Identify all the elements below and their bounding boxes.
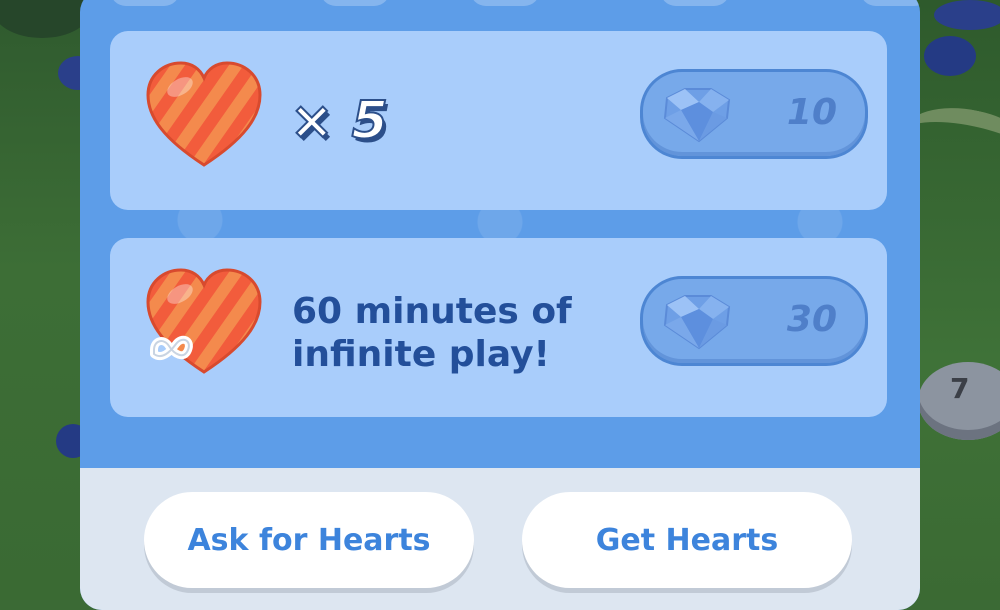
bush (934, 0, 1000, 30)
heart-icon (144, 61, 264, 171)
gem-icon (655, 293, 737, 351)
grass-right (910, 0, 1000, 600)
ask-for-hearts-button[interactable]: Ask for Hearts (144, 492, 474, 588)
hearts-shop-modal: × 5 10 60 minutes of infinite play! 30 A… (80, 0, 920, 610)
heart-multiplier: × 5 (289, 90, 389, 152)
infinity-icon (150, 335, 193, 361)
bush (924, 36, 976, 76)
gem-icon (655, 86, 737, 144)
offer-hearts-x5[interactable]: × 5 10 (110, 31, 887, 210)
grass-left (0, 0, 90, 600)
price-button-30[interactable]: 30 (640, 276, 868, 366)
price-button-10[interactable]: 10 (640, 69, 868, 159)
offer-infinite-play[interactable]: 60 minutes of infinite play! 30 (110, 238, 887, 417)
level-number: 7 (950, 372, 970, 405)
get-hearts-button[interactable]: Get Hearts (522, 492, 852, 588)
price-label: 10 (786, 92, 837, 133)
infinite-play-description: 60 minutes of infinite play! (292, 291, 572, 375)
price-label: 30 (786, 299, 837, 340)
modal-footer: Ask for Hearts Get Hearts (80, 468, 920, 610)
